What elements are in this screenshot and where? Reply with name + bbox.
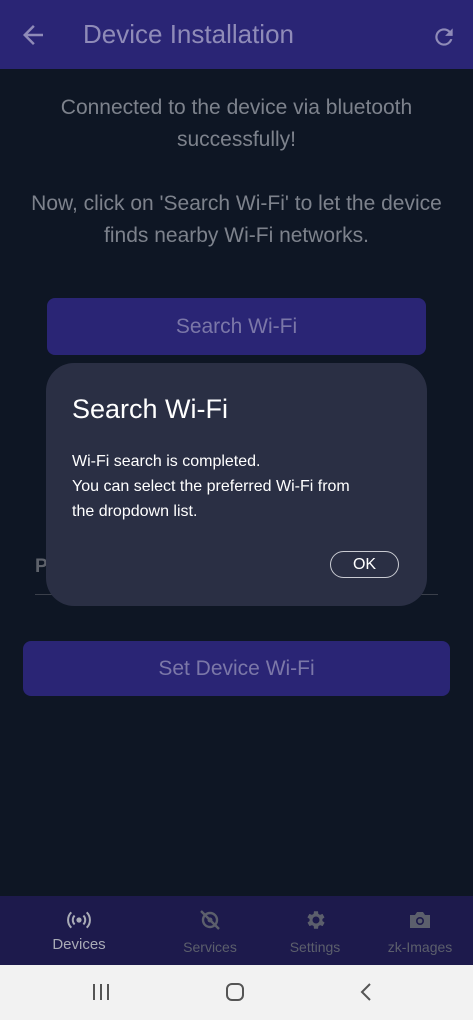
system-back-icon[interactable] [355,980,379,1004]
dialog-body-line: the dropdown list. [72,503,198,520]
arrow-left-icon[interactable] [18,20,48,50]
nav-item-settings[interactable]: Settings [265,896,365,965]
connected-message: Connected to the device via bluetooth su… [60,96,413,151]
set-device-wifi-button[interactable]: Set Device Wi-Fi [23,641,450,696]
page-title: Device Installation [83,19,294,49]
gear-icon [307,911,325,929]
dialog-body: Wi-Fi search is completed. You can selec… [72,449,412,524]
system-navigation-bar [0,965,473,1020]
nav-item-zk-images[interactable]: zk-Images [370,896,470,965]
dialog-body-line: Wi-Fi search is completed. [72,453,261,470]
nav-label: Devices [52,936,106,953]
nav-item-services[interactable]: Services [160,896,260,965]
services-icon [200,910,220,930]
app-bar: Device Installation [0,0,473,69]
instruction-message: Now, click on 'Search Wi-Fi' to let the … [31,192,442,247]
search-wifi-button[interactable]: Search Wi-Fi [47,298,426,355]
bottom-navigation: Devices Services Settings zk-Images [0,896,473,965]
recents-icon[interactable] [89,980,113,1004]
home-icon[interactable] [223,980,247,1004]
search-wifi-dialog: Search Wi-Fi Wi-Fi search is completed. … [46,363,427,606]
broadcast-icon [67,911,91,929]
nav-label: Settings [289,939,341,955]
nav-label: zk-Images [387,939,453,955]
dialog-body-line: You can select the preferred Wi-Fi from [72,478,350,495]
dialog-title: Search Wi-Fi [72,394,229,424]
camera-icon [410,912,430,928]
nav-label: Services [183,939,237,955]
ok-button[interactable]: OK [330,551,399,578]
nav-item-devices[interactable]: Devices [29,896,129,965]
refresh-icon[interactable] [431,24,457,50]
